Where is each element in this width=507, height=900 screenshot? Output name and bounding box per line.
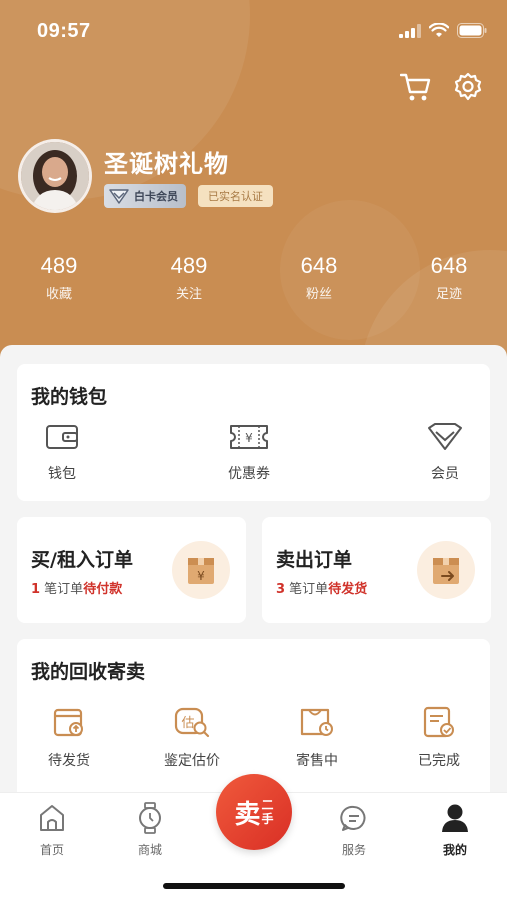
wallet-title: 我的钱包 — [31, 386, 108, 408]
appraisal-icon: 估 — [174, 707, 210, 738]
recycle-item-appraisal[interactable]: 估 鉴定估价 — [147, 704, 237, 770]
home-indicator — [163, 883, 345, 889]
wifi-icon — [429, 23, 449, 37]
stat-value: 648 — [430, 253, 468, 278]
cart-icon — [400, 73, 431, 101]
signal-icon — [399, 23, 421, 38]
diamond-icon — [428, 423, 462, 450]
sell-orders-card[interactable]: 卖出订单 3 笔订单待发货 — [262, 517, 491, 623]
stat-value: 489 — [40, 253, 78, 278]
stat-label: 收藏 — [45, 287, 72, 302]
svg-text:估: 估 — [181, 716, 194, 731]
username: 圣诞树礼物 — [104, 150, 229, 178]
recycle-item-consigning[interactable]: 寄售中 — [272, 704, 362, 770]
sell-orders-count: 3 — [276, 582, 286, 597]
stat-label: 粉丝 — [305, 287, 332, 302]
settings-button[interactable] — [451, 70, 485, 104]
stat-value: 648 — [300, 253, 338, 278]
avatar[interactable] — [18, 139, 92, 213]
tab-mall[interactable]: 商城 — [115, 801, 185, 858]
buy-orders-status: 待付款 — [83, 582, 123, 597]
sell-button-sub-1: 二 — [261, 798, 274, 812]
tab-label: 我的 — [442, 843, 467, 857]
gear-icon — [454, 72, 482, 101]
box-upload-icon — [53, 708, 83, 737]
verified-badge: 已实名认证 — [198, 185, 273, 207]
status-icons — [399, 23, 487, 38]
coupon-icon: ¥ — [230, 425, 268, 449]
profile-header: 09:57 圣诞树礼物 白卡会员 已实名认证 489 收藏 489 关注 648… — [0, 0, 507, 370]
stat-followers[interactable]: 648 粉丝 — [279, 253, 359, 302]
sell-secondhand-button[interactable]: 卖 二 手 — [216, 774, 292, 850]
sell-button-sub-2: 手 — [261, 812, 274, 826]
wallet-item-label: 钱包 — [48, 466, 76, 482]
status-time: 09:57 — [37, 20, 91, 42]
sell-button-sub: 二 手 — [262, 798, 274, 826]
wallet-item-label: 会员 — [431, 466, 459, 482]
member-badge-label: 白卡会员 — [134, 190, 178, 203]
buy-orders-summary: 1 笔订单待付款 — [31, 578, 122, 597]
wallet-item-label: 优惠券 — [228, 466, 270, 482]
recycle-title: 我的回收寄卖 — [31, 661, 146, 683]
status-bar: 09:57 — [0, 0, 507, 56]
member-badge[interactable]: 白卡会员 — [104, 184, 186, 208]
avatar-image — [21, 142, 89, 210]
header-actions — [399, 70, 485, 104]
tab-label: 商城 — [137, 843, 162, 857]
buy-orders-icon-wrap: ¥ — [172, 541, 230, 599]
sell-orders-icon-wrap — [417, 541, 475, 599]
bag-clock-icon — [300, 708, 333, 736]
tab-home[interactable]: 首页 — [17, 801, 87, 858]
wallet-item-membership[interactable]: 会员 — [400, 419, 490, 483]
stat-value: 489 — [170, 253, 208, 278]
buy-orders-text: 笔订单 — [40, 582, 84, 597]
battery-icon — [457, 23, 487, 38]
svg-text:¥: ¥ — [197, 569, 205, 583]
sell-orders-text: 笔订单 — [285, 582, 329, 597]
stat-favorites[interactable]: 489 收藏 — [19, 253, 99, 302]
stat-label: 足迹 — [435, 287, 462, 302]
recycle-item-label: 寄售中 — [296, 753, 338, 769]
profile-badges: 白卡会员 已实名认证 — [104, 184, 273, 208]
document-check-icon — [423, 706, 454, 738]
wallet-icon — [46, 425, 78, 449]
buy-orders-count: 1 — [31, 582, 41, 597]
package-arrow-icon — [433, 558, 459, 584]
stat-history[interactable]: 648 足迹 — [409, 253, 489, 302]
diamond-icon — [109, 189, 129, 204]
sell-button-main: 卖 — [234, 799, 261, 830]
chat-icon — [340, 805, 366, 831]
wallet-item-coupon[interactable]: ¥ 优惠券 — [204, 419, 294, 483]
tab-service[interactable]: 服务 — [319, 801, 389, 858]
watch-icon — [139, 802, 161, 834]
sell-orders-title: 卖出订单 — [276, 549, 353, 571]
recycle-item-completed[interactable]: 已完成 — [394, 704, 484, 770]
svg-text:¥: ¥ — [245, 431, 253, 445]
sell-orders-status: 待发货 — [328, 582, 368, 597]
cart-button[interactable] — [399, 70, 433, 104]
tab-label: 首页 — [39, 843, 64, 857]
home-icon — [40, 805, 64, 831]
buy-orders-title: 买/租入订单 — [31, 549, 133, 571]
recycle-item-label: 待发货 — [48, 753, 90, 769]
tab-label: 服务 — [341, 843, 366, 857]
wallet-card: 我的钱包 钱包 ¥ 优惠券 会员 — [17, 364, 490, 501]
sell-orders-summary: 3 笔订单待发货 — [276, 578, 367, 597]
package-yuan-icon: ¥ — [188, 558, 214, 584]
recycle-item-label: 鉴定估价 — [164, 753, 220, 769]
stat-following[interactable]: 489 关注 — [149, 253, 229, 302]
stat-label: 关注 — [175, 287, 202, 302]
user-icon — [442, 804, 468, 832]
wallet-item-wallet[interactable]: 钱包 — [17, 419, 107, 483]
verified-badge-label: 已实名认证 — [208, 190, 263, 203]
buy-orders-card[interactable]: 买/租入订单 1 笔订单待付款 ¥ — [17, 517, 246, 623]
recycle-item-label: 已完成 — [418, 753, 460, 769]
tab-mine[interactable]: 我的 — [420, 801, 490, 858]
recycle-item-pending-ship[interactable]: 待发货 — [24, 704, 114, 770]
